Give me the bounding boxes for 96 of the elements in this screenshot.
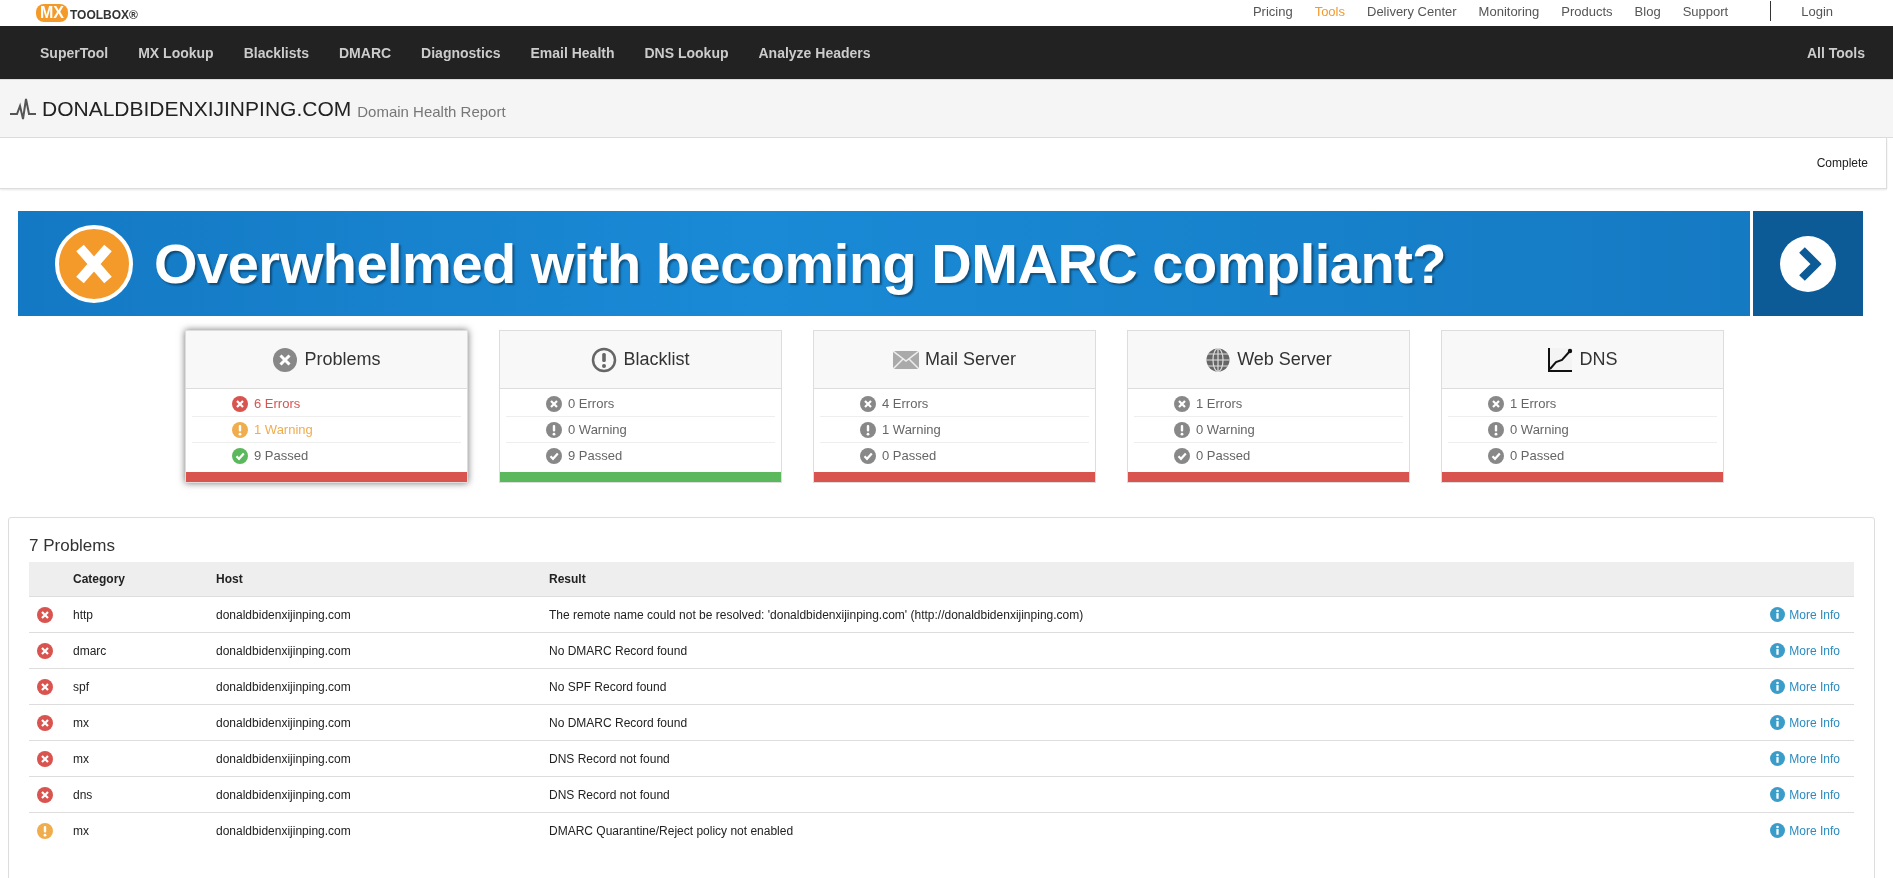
card-stat: 0 Errors <box>568 396 615 411</box>
info-icon <box>1770 679 1786 695</box>
more-info-link[interactable]: More Info <box>1789 823 1840 838</box>
ad-banner[interactable]: Overwhelmed with becoming DMARC compliant? <box>18 211 1863 316</box>
table-cell: http <box>73 607 93 622</box>
summary-card[interactable]: Mail Server 4 Errors 1 Warning 0 Passed <box>813 330 1096 483</box>
info-icon <box>1770 751 1786 767</box>
card-stat: 1 Errors <box>1510 396 1557 411</box>
nav-link[interactable]: Blacklists <box>243 44 309 61</box>
table-cell: donaldbidenxijinping.com <box>216 823 351 838</box>
nav-link[interactable]: DNS Lookup <box>644 44 729 61</box>
nav-link[interactable]: Email Health <box>530 44 615 61</box>
envelope-icon <box>893 350 919 369</box>
top-nav-link[interactable]: Monitoring <box>1478 3 1540 19</box>
table-cell: mx <box>73 751 89 766</box>
table-cell: mx <box>73 715 89 730</box>
card-title: Blacklist <box>623 349 690 370</box>
table-cell: DNS Record not found <box>549 787 670 802</box>
table-cell: donaldbidenxijinping.com <box>216 751 351 766</box>
more-info-link[interactable]: More Info <box>1789 751 1840 766</box>
top-nav-link[interactable]: Blog <box>1634 3 1661 19</box>
summary-card[interactable]: DNS 1 Errors 0 Warning 0 Passed <box>1441 330 1724 483</box>
card-title: DNS <box>1579 349 1618 370</box>
more-info-link[interactable]: More Info <box>1789 679 1840 694</box>
card-stat: 1 Errors <box>1196 396 1243 411</box>
info-icon <box>1770 607 1786 623</box>
card-stat: 0 Passed <box>1510 448 1565 463</box>
more-info-link[interactable]: More Info <box>1789 607 1840 622</box>
card-stat: 6 Errors <box>254 396 301 411</box>
column-header: Category <box>63 562 206 597</box>
table-cell: dns <box>73 787 93 802</box>
summary-card[interactable]: Web Server 1 Errors 0 Warning 0 Passed <box>1127 330 1410 483</box>
card-stat: 0 Passed <box>882 448 937 463</box>
card-stat: 1 Warning <box>254 422 313 437</box>
nav-link[interactable]: DMARC <box>339 44 392 61</box>
card-title: Mail Server <box>925 349 1016 370</box>
card-stat: 0 Warning <box>1196 422 1255 437</box>
top-nav-link[interactable]: Delivery Center <box>1367 3 1457 19</box>
card-stat: 9 Passed <box>568 448 623 463</box>
globe-icon <box>1205 346 1232 373</box>
info-icon <box>1770 823 1786 839</box>
info-icon <box>1770 787 1786 803</box>
summary-card[interactable]: Problems 6 Errors 1 Warning 9 Passed <box>185 330 468 483</box>
top-nav-link[interactable]: Support <box>1682 3 1729 19</box>
status-text: Complete <box>1816 156 1868 170</box>
logo-wordmark: TOOLBOX® <box>70 8 138 22</box>
info-icon <box>1770 715 1786 731</box>
card-stat: 0 Warning <box>568 422 627 437</box>
column-header: Result <box>539 562 1664 597</box>
alert-circle-icon <box>591 346 618 373</box>
card-stat: 4 Errors <box>882 396 929 411</box>
x-badge-icon <box>54 223 134 304</box>
card-stat: 0 Passed <box>1196 448 1251 463</box>
logo[interactable]: MX TOOLBOX® <box>36 4 138 22</box>
top-nav-link[interactable]: Products <box>1561 3 1613 19</box>
table-cell: spf <box>73 679 89 694</box>
card-stat: 1 Warning <box>882 422 941 437</box>
line-chart-icon <box>1547 346 1574 373</box>
report-subtitle: Domain Health Report <box>357 102 506 120</box>
all-tools-link[interactable]: All Tools <box>1806 44 1865 61</box>
login-link[interactable]: Login <box>1801 3 1833 19</box>
column-header: Host <box>206 562 539 597</box>
more-info-link[interactable]: More Info <box>1789 643 1840 658</box>
table-cell: The remote name could not be resolved: 'donaldbidenxijinping.com' (http://donaldbidenxijinping.com) <box>549 607 1084 622</box>
table-cell: donaldbidenxijinping.com <box>216 715 351 730</box>
table-cell: dmarc <box>73 643 107 658</box>
more-info-link[interactable]: More Info <box>1789 715 1840 730</box>
info-icon <box>1770 643 1786 659</box>
table-cell: No DMARC Record found <box>549 643 688 658</box>
card-title: Web Server <box>1237 349 1332 370</box>
card-title: Problems <box>304 349 381 370</box>
domain-title: DONALDBIDENXIJINPING.COM <box>42 96 352 121</box>
table-cell: donaldbidenxijinping.com <box>216 643 351 658</box>
table-cell: DMARC Quarantine/Reject policy not enabled <box>549 823 794 838</box>
table-cell: No DMARC Record found <box>549 715 688 730</box>
table-cell: donaldbidenxijinping.com <box>216 679 351 694</box>
nav-link[interactable]: MX Lookup <box>138 44 214 61</box>
top-nav-link[interactable]: Pricing <box>1252 3 1293 19</box>
table-cell: mx <box>73 823 89 838</box>
close-circle-icon <box>272 346 299 373</box>
nav-link[interactable]: SuperTool <box>40 44 109 61</box>
nav-link[interactable]: Diagnostics <box>421 44 501 61</box>
logo-mark: MX <box>36 4 68 22</box>
card-stat: 0 Warning <box>1510 422 1569 437</box>
arrow-right-icon <box>1778 233 1838 294</box>
pulse-icon <box>10 97 36 120</box>
table-cell: donaldbidenxijinping.com <box>216 787 351 802</box>
table-cell: DNS Record not found <box>549 751 670 766</box>
nav-link[interactable]: Analyze Headers <box>758 44 871 61</box>
card-stat: 9 Passed <box>254 448 309 463</box>
table-cell: No SPF Record found <box>549 679 667 694</box>
summary-card[interactable]: Blacklist 0 Errors 0 Warning 9 Passed <box>499 330 782 483</box>
problems-title: 7 Problems <box>29 536 116 556</box>
table-cell: donaldbidenxijinping.com <box>216 607 351 622</box>
banner-headline: Overwhelmed with becoming DMARC compliant? <box>154 231 1447 296</box>
more-info-link[interactable]: More Info <box>1789 787 1840 802</box>
